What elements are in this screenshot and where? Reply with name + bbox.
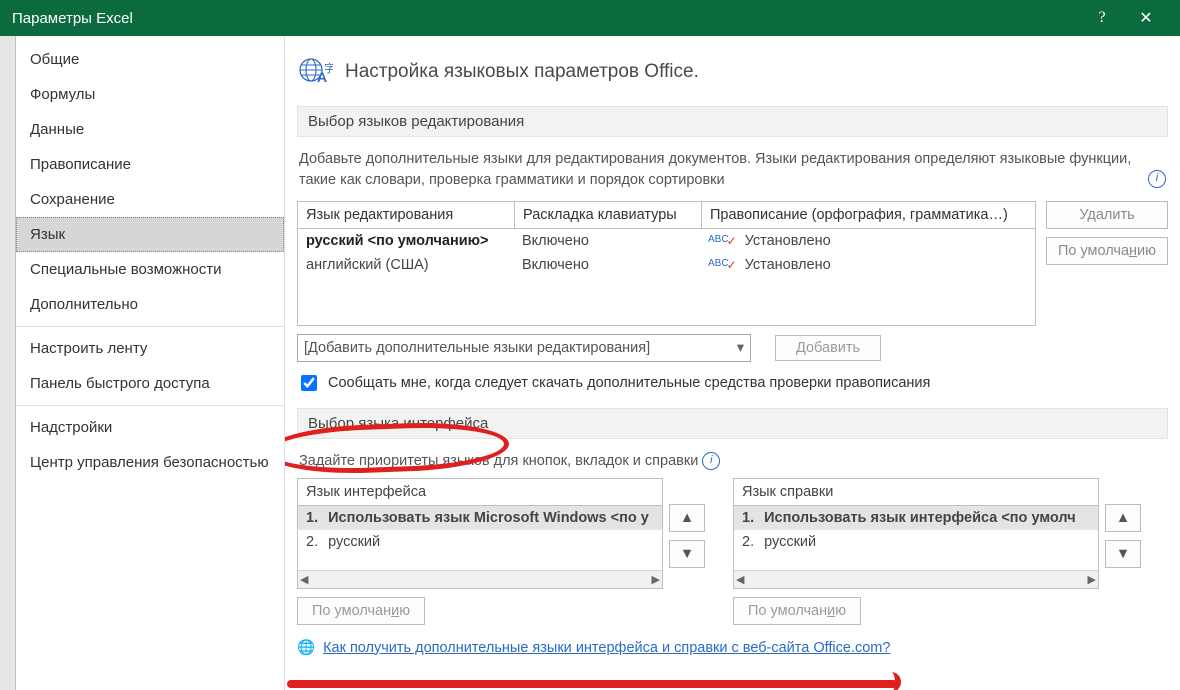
section-display-language: Выбор языка интерфейса <box>297 408 1168 439</box>
set-default-button[interactable]: По умолчанию <box>1046 237 1168 265</box>
abc-check-icon: ABC <box>708 234 739 244</box>
sidebar-item-advanced[interactable]: Дополнительно <box>16 287 284 322</box>
left-app-edge <box>0 36 16 690</box>
window-title: Параметры Excel <box>12 10 133 27</box>
col-layout: Раскладка клавиатуры <box>515 202 702 228</box>
sidebar-item-addins[interactable]: Надстройки <box>16 410 284 445</box>
help-set-default-button[interactable]: По умолчанию <box>733 597 861 625</box>
help-language-label: Язык справки <box>733 478 1099 505</box>
more-languages-link[interactable]: Как получить дополнительные языки интерф… <box>323 640 890 656</box>
sidebar-item-data[interactable]: Данные <box>16 112 284 147</box>
sidebar-item-accessibility[interactable]: Специальные возможности <box>16 252 284 287</box>
sidebar-item-qat[interactable]: Панель быстрого доступа <box>16 366 284 401</box>
sidebar: Общие Формулы Данные Правописание Сохран… <box>16 36 285 690</box>
notify-checkbox[interactable] <box>301 375 317 391</box>
main-panel: A字 Настройка языковых параметров Office.… <box>285 36 1180 690</box>
move-up-button[interactable]: ▲ <box>669 504 705 532</box>
editing-language-table: Язык редактирования Раскладка клавиатуры… <box>297 201 1036 326</box>
info-icon[interactable]: i <box>1148 170 1166 188</box>
help-language-list[interactable]: 1.Использовать язык интерфейса <по умолч… <box>733 505 1099 589</box>
sidebar-item-customize-ribbon[interactable]: Настроить ленту <box>16 331 284 366</box>
close-button[interactable]: ✕ <box>1124 0 1168 36</box>
ui-language-list[interactable]: 1.Использовать язык Microsoft Windows <п… <box>297 505 663 589</box>
chevron-down-icon: ▾ <box>737 340 744 356</box>
editing-description: Добавьте дополнительные языки для редакт… <box>297 149 1168 201</box>
sidebar-item-general[interactable]: Общие <box>16 42 284 77</box>
table-row[interactable]: английский (США) Включено ABCУстановлено <box>298 253 1035 277</box>
annotation-underline <box>287 680 897 688</box>
col-spelling: Правописание (орфография, грамматика…) <box>702 202 1035 228</box>
ui-language-label: Язык интерфейса <box>297 478 663 505</box>
options-dialog: Параметры Excel ? ✕ Общие Формулы Данные… <box>0 0 1180 690</box>
table-row[interactable]: русский <по умолчанию> Включено ABCУстан… <box>298 229 1035 253</box>
move-down-button[interactable]: ▼ <box>1105 540 1141 568</box>
sidebar-item-save[interactable]: Сохранение <box>16 182 284 217</box>
list-item[interactable]: 1.Использовать язык Microsoft Windows <п… <box>298 506 662 530</box>
sidebar-item-trust-center[interactable]: Центр управления безопасностью <box>16 445 284 480</box>
horizontal-scrollbar[interactable]: ◀▶ <box>734 570 1098 588</box>
sidebar-item-proofing[interactable]: Правописание <box>16 147 284 182</box>
globe-icon: 🌐 <box>297 639 315 656</box>
ui-set-default-button[interactable]: По умолчанию <box>297 597 425 625</box>
sidebar-item-formulas[interactable]: Формулы <box>16 77 284 112</box>
abc-check-icon: ABC <box>708 258 739 268</box>
list-item[interactable]: 2.русский <box>734 530 1098 554</box>
display-description: Задайте приоритеты языков для кнопок, вк… <box>297 451 1168 478</box>
notify-checkbox-row[interactable]: Сообщать мне, когда следует скачать допо… <box>297 372 1168 394</box>
svg-text:字: 字 <box>324 61 333 75</box>
page-title: Настройка языковых параметров Office. <box>345 61 699 83</box>
remove-button[interactable]: Удалить <box>1046 201 1168 229</box>
section-editing-languages: Выбор языков редактирования <box>297 106 1168 137</box>
horizontal-scrollbar[interactable]: ◀▶ <box>298 570 662 588</box>
list-item[interactable]: 1.Использовать язык интерфейса <по умолч <box>734 506 1098 530</box>
col-language: Язык редактирования <box>298 202 515 228</box>
language-globe-icon: A字 <box>297 52 333 92</box>
add-language-combo[interactable]: [Добавить дополнительные языки редактиро… <box>297 334 751 362</box>
list-item[interactable]: 2.русский <box>298 530 662 554</box>
titlebar: Параметры Excel ? ✕ <box>0 0 1180 36</box>
sidebar-item-language[interactable]: Язык <box>16 217 284 252</box>
add-button[interactable]: Добавить <box>775 335 881 361</box>
move-up-button[interactable]: ▲ <box>1105 504 1141 532</box>
help-button[interactable]: ? <box>1080 0 1124 36</box>
info-icon[interactable]: i <box>702 452 720 470</box>
move-down-button[interactable]: ▼ <box>669 540 705 568</box>
